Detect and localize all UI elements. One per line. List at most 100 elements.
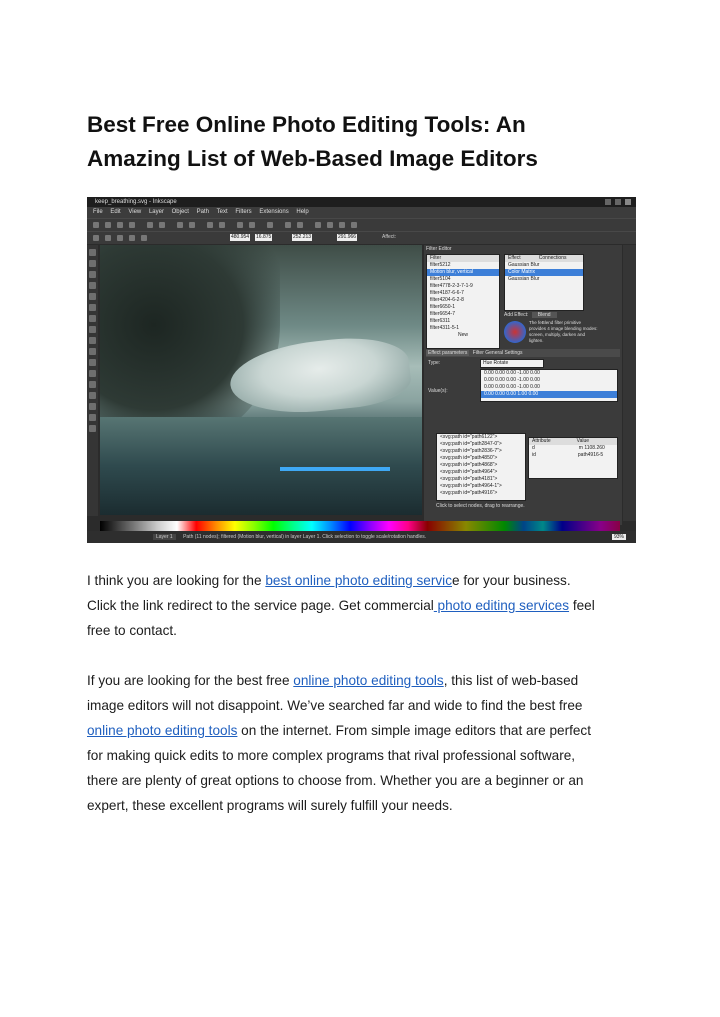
link-online-photo-editing-tools[interactable]: online photo editing tools (293, 673, 443, 688)
close-icon (625, 199, 631, 205)
effect-header-label: Effect (508, 255, 521, 261)
zoom-field[interactable]: 93% (611, 534, 626, 540)
y-field[interactable]: 16.875 (255, 234, 273, 241)
xml-node[interactable]: <svg:path id="path4850"> (437, 455, 525, 462)
tweak-tool-icon[interactable] (89, 271, 96, 278)
add-effect-select[interactable]: Blend (531, 312, 557, 318)
params-tabs: Effect parameters Filter General Setting… (426, 349, 620, 357)
attr-row[interactable]: d m 1108.260 (529, 445, 617, 452)
filter-item[interactable]: filter4204-6-2-8 (427, 297, 499, 304)
statusbar: Layer 1 Path (11 nodes); filtered (Motio… (87, 531, 636, 543)
spiral-tool-icon[interactable] (89, 326, 96, 333)
matrix-row: 0.00 0.00 0.00 -1.00 0.00 (484, 384, 540, 390)
attr-key: id (532, 452, 536, 458)
lower-icon (141, 235, 147, 241)
attr-header: Attribute Value (529, 438, 617, 445)
star-tool-icon[interactable] (89, 315, 96, 322)
p1-text: Click the link redirect to the service p… (87, 598, 434, 613)
filter-item[interactable]: filter6654-7 (427, 311, 499, 318)
menu-view: View (128, 209, 142, 215)
h-field[interactable]: 291.966 (337, 234, 358, 241)
dropper-tool-icon[interactable] (89, 425, 96, 432)
filter-item[interactable]: filter4187-6-6-7 (427, 290, 499, 297)
xml-node[interactable]: <svg:path id="path6122"> (437, 434, 525, 441)
xml-node[interactable]: <svg:path id="path4868"> (437, 462, 525, 469)
connections-header: Connections (538, 255, 567, 261)
import-icon (147, 222, 153, 228)
filter-item[interactable]: filter4778-2-3-7-1-9 (427, 283, 499, 290)
node-tool-icon[interactable] (89, 260, 96, 267)
filter-item[interactable]: filter6650-1 (427, 304, 499, 311)
menu-path: Path (196, 209, 209, 215)
filter-editor-title: Filter Editor (426, 246, 452, 252)
filter-item[interactable]: filter6311 (427, 318, 499, 325)
xml-node[interactable]: <svg:path id="path4916"> (437, 490, 525, 497)
attr-row[interactable]: id path4916-5 (529, 452, 617, 459)
filter-item-selected[interactable]: Motion blur, vertical (427, 269, 499, 276)
redo-icon (189, 222, 195, 228)
p1-line-3: free to contact. (87, 623, 177, 638)
new-icon (93, 222, 99, 228)
x-field[interactable]: 480.954 (230, 234, 251, 241)
dock-tabs[interactable] (623, 245, 636, 521)
attr-key: d (532, 445, 535, 451)
value-header-label: Value (576, 438, 590, 444)
xml-node[interactable]: <svg:path id="path2847-0"> (437, 441, 525, 448)
pencil-tool-icon[interactable] (89, 337, 96, 344)
effect-item[interactable]: Gaussian Blur (505, 262, 583, 269)
zoom-icon (237, 222, 243, 228)
fill-stroke-icon (315, 222, 321, 228)
ellipse-tool-icon[interactable] (89, 304, 96, 311)
pen-tool-icon[interactable] (89, 348, 96, 355)
group-icon (285, 222, 291, 228)
p1-text: I think you are looking for the (87, 573, 266, 588)
link-best-online-photo-editing-service[interactable]: best online photo editing servic (265, 573, 452, 588)
selector-tool-icon[interactable] (89, 249, 96, 256)
tab-effect-parameters[interactable]: Effect parameters (426, 350, 470, 356)
xml-editor-icon (339, 222, 345, 228)
gradient-tool-icon[interactable] (89, 414, 96, 421)
w-field[interactable]: 252.213 (292, 234, 313, 241)
filter-item[interactable]: filter5212 (427, 262, 499, 269)
save-icon (117, 222, 123, 228)
rect-tool-icon[interactable] (89, 293, 96, 300)
filter-item[interactable]: filter4311-5-1 (427, 325, 499, 332)
menu-edit: Edit (110, 209, 121, 215)
attribute-table: Attribute Value d m 1108.260 id path4916-5 (528, 437, 618, 479)
filter-item[interactable]: filter5104 (427, 276, 499, 283)
calligraphy-tool-icon[interactable] (89, 359, 96, 366)
spray-tool-icon[interactable] (89, 381, 96, 388)
tab-filter-general[interactable]: Filter General Settings (471, 350, 525, 356)
title-line-2: Amazing List of Web-Based Image Editors (87, 146, 538, 171)
tool-controls-toolbar: 480.954 16.875 252.213 291.966 Affect: (87, 231, 636, 244)
layer-select[interactable]: Layer 1 (153, 534, 176, 540)
xml-node[interactable]: <svg:path id="path4181"> (437, 476, 525, 483)
canvas-image[interactable] (100, 245, 422, 515)
effect-item[interactable]: Gaussian Blur (505, 276, 583, 283)
link-online-photo-editing-tools-2[interactable]: online photo editing tools (87, 723, 237, 738)
p2-line-3: online photo editing tools on the intern… (87, 718, 647, 743)
effect-item-selected[interactable]: Color Matrix (505, 269, 583, 276)
menubar: File Edit View Layer Object Path Text Fi… (87, 207, 636, 218)
bucket-tool-icon[interactable] (89, 403, 96, 410)
eraser-tool-icon[interactable] (89, 392, 96, 399)
affect-label: Affect: (382, 234, 397, 240)
new-filter-button[interactable]: New (427, 332, 499, 339)
text-tool-icon[interactable] (89, 370, 96, 377)
xml-node[interactable]: <svg:path id="path2836-7"> (437, 448, 525, 455)
article-title: Best Free Online Photo Editing Tools: An… (87, 108, 647, 176)
zoom-tool-icon[interactable] (89, 282, 96, 289)
xml-node[interactable]: <svg:path id="path4964-1"> (437, 483, 525, 490)
filter-header: Filter (427, 255, 499, 262)
link-photo-editing-services[interactable]: photo editing services (434, 598, 570, 613)
selection-highlight (280, 467, 390, 471)
p2-text: , this list of web-based (443, 673, 579, 688)
values-matrix[interactable]: 0.00 0.00 0.00 -1.00 0.00 0.00 0.00 0.00… (480, 369, 618, 402)
xml-node[interactable]: <svg:path id="path4964"> (437, 469, 525, 476)
p1-text: e for your business. (452, 573, 571, 588)
align-icon (351, 222, 357, 228)
color-palette[interactable] (100, 521, 620, 531)
p2-line-1: If you are looking for the best free onl… (87, 668, 647, 693)
p2-text: If you are looking for the best free (87, 673, 294, 688)
type-select[interactable]: Hue Rotate (480, 359, 544, 368)
